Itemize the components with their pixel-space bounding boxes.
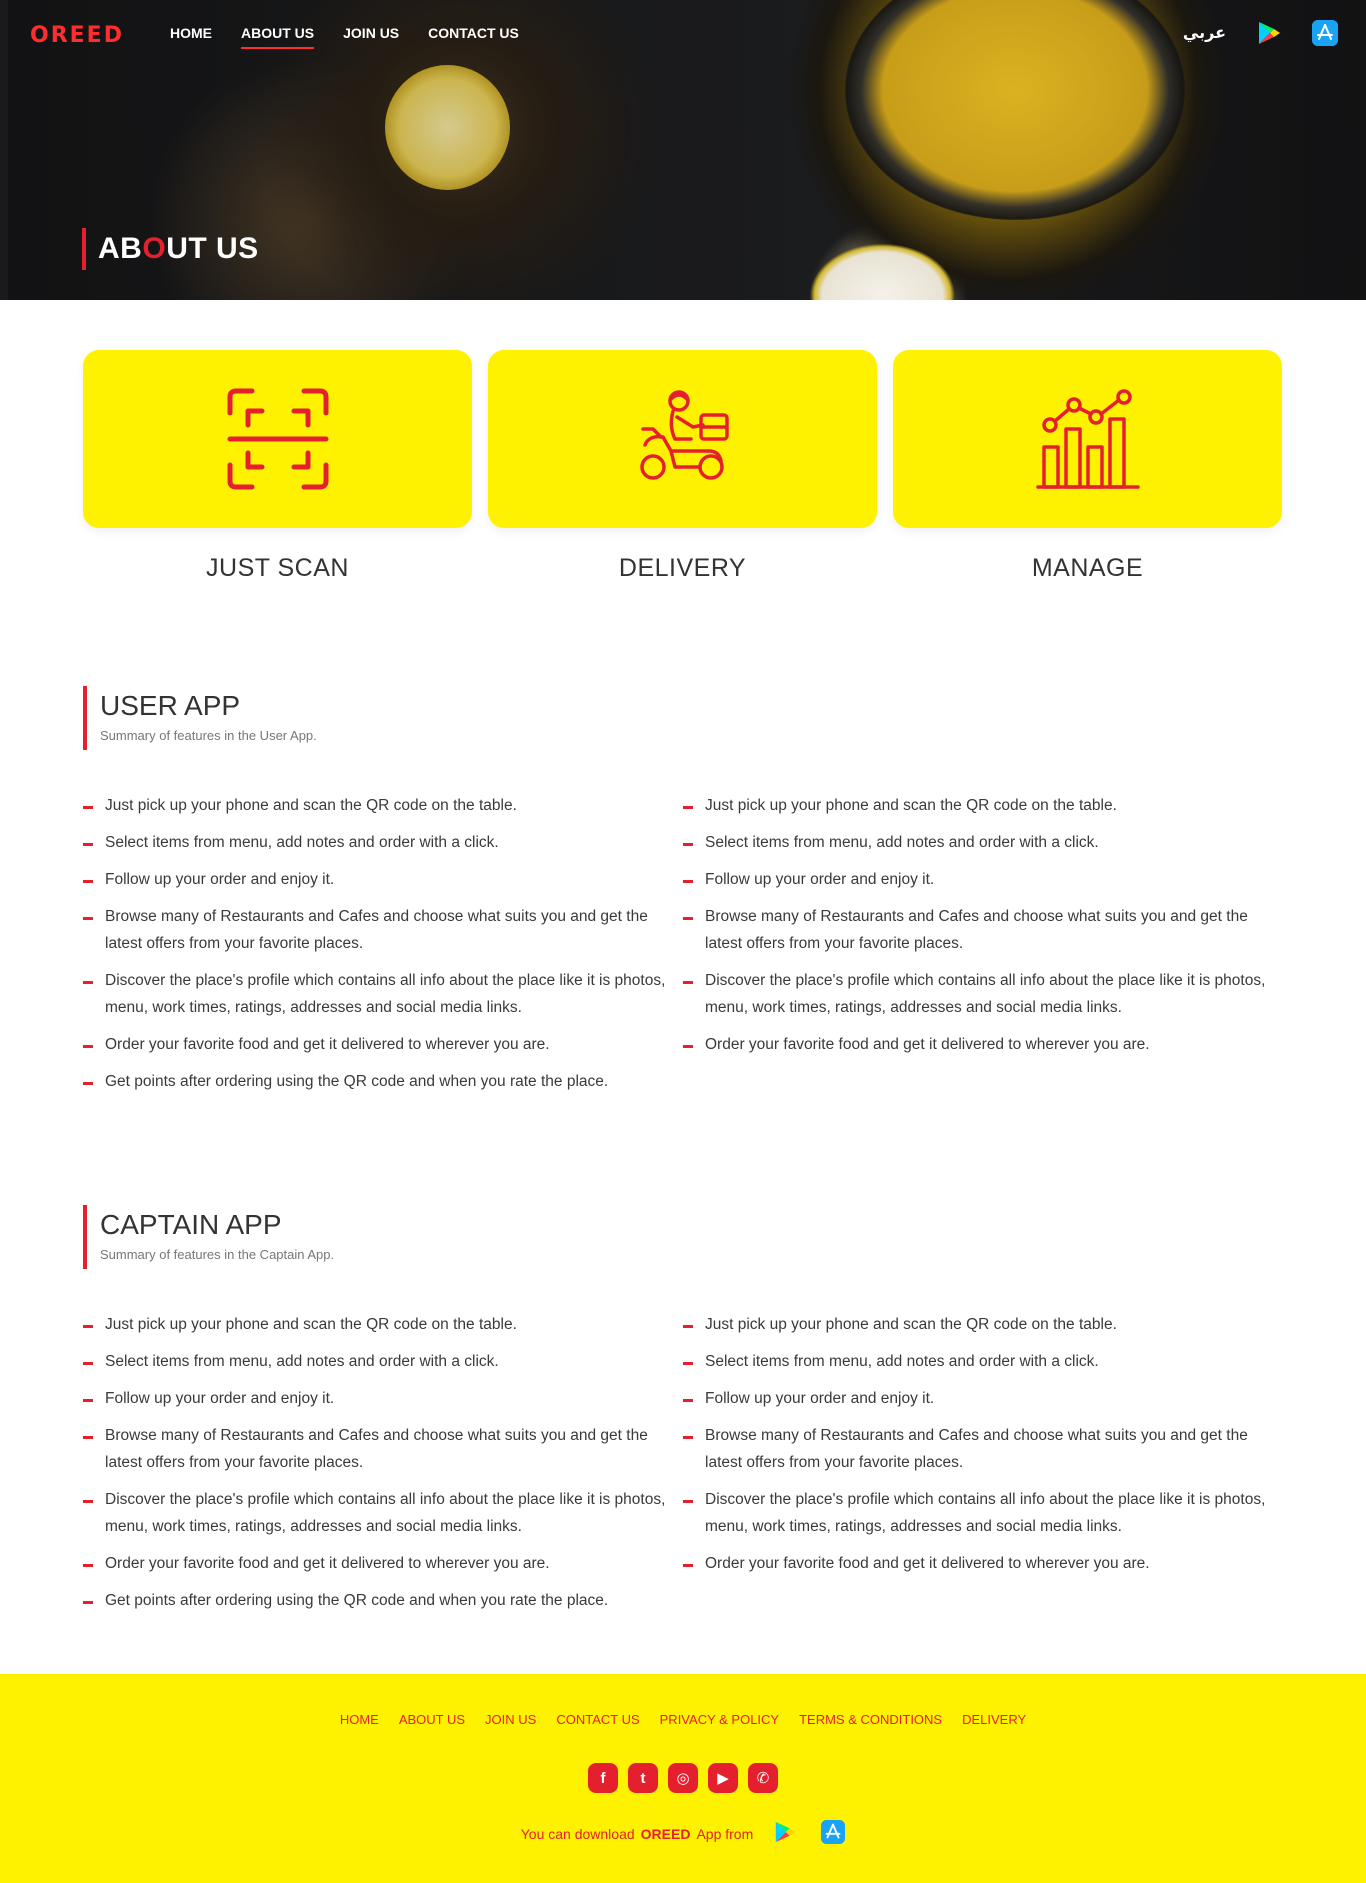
feature-list-item: Order your favorite food and get it deli…: [683, 1550, 1268, 1577]
whatsapp-icon[interactable]: ✆: [748, 1763, 778, 1793]
footer-link-terms-conditions[interactable]: TERMS & CONDITIONS: [799, 1712, 942, 1727]
feature-list-left: Just pick up your phone and scan the QR …: [83, 792, 683, 1105]
feature-cards: JUST SCAN DELIVERY MANAGE: [83, 350, 1283, 583]
hero-lemon: [385, 65, 510, 190]
page-title-part1: AB: [98, 232, 143, 265]
feature-list-item: Browse many of Restaurants and Cafes and…: [683, 903, 1268, 957]
feature-list-item: Just pick up your phone and scan the QR …: [683, 792, 1268, 819]
hero-banner: OREED HOME ABOUT US JOIN US CONTACT US عربي: [0, 0, 1366, 300]
download-store-icons: [773, 1820, 846, 1847]
feature-list-item: Just pick up your phone and scan the QR …: [683, 1311, 1268, 1338]
section-title: USER APP: [100, 690, 241, 721]
footer-link-join-us[interactable]: JOIN US: [485, 1712, 536, 1727]
nav-links: HOME ABOUT US JOIN US CONTACT US: [170, 25, 548, 49]
instagram-icon[interactable]: ◎: [668, 1763, 698, 1793]
user-app-section: USER APP Summary of features in the User…: [83, 686, 1283, 1105]
footer-link-privacy-policy[interactable]: PRIVACY & POLICY: [660, 1712, 779, 1727]
page-title-part2: UT US: [166, 232, 259, 265]
oreed-logo[interactable]: OREED: [30, 22, 124, 48]
social-links: f t ◎ ▶ ✆: [0, 1763, 1366, 1793]
download-brand: OREED: [640, 1825, 691, 1842]
app-store-icon[interactable]: [821, 1820, 846, 1847]
qr-scan-icon: [227, 388, 328, 490]
feature-card-box: [83, 350, 472, 528]
top-navigation: OREED HOME ABOUT US JOIN US CONTACT US عربي: [0, 0, 1366, 70]
twitter-icon[interactable]: t: [628, 1763, 658, 1793]
feature-list-item: Follow up your order and enjoy it.: [83, 1385, 668, 1412]
feature-card-box: [488, 350, 877, 528]
facebook-icon[interactable]: f: [588, 1763, 618, 1793]
feature-list-left: Just pick up your phone and scan the QR …: [83, 1311, 683, 1624]
google-play-icon[interactable]: [773, 1820, 797, 1847]
analytics-chart-icon: [1035, 389, 1140, 489]
page-title-accent: O: [142, 232, 167, 265]
captain-app-section: CAPTAIN APP Summary of features in the C…: [83, 1205, 1283, 1624]
feature-card-delivery: DELIVERY: [488, 350, 877, 583]
language-switch[interactable]: عربي: [1183, 23, 1226, 43]
nav-link-about-us[interactable]: ABOUT US: [241, 25, 315, 49]
feature-list-item: Follow up your order and enjoy it.: [683, 1385, 1268, 1412]
feature-columns: Just pick up your phone and scan the QR …: [83, 792, 1283, 1105]
download-prefix: You can download: [520, 1825, 635, 1842]
feature-list-item: Discover the place's profile which conta…: [83, 967, 668, 1021]
feature-list-item: Follow up your order and enjoy it.: [683, 866, 1268, 893]
footer-link-home[interactable]: HOME: [340, 1712, 379, 1727]
feature-list-item: Browse many of Restaurants and Cafes and…: [683, 1422, 1268, 1476]
nav-link-home[interactable]: HOME: [170, 25, 212, 49]
feature-list-item: Select items from menu, add notes and or…: [83, 829, 668, 856]
feature-list-item: Get points after ordering using the QR c…: [83, 1587, 668, 1614]
feature-title: JUST SCAN: [206, 554, 349, 582]
app-store-icon[interactable]: [1312, 20, 1338, 46]
feature-list-right: Just pick up your phone and scan the QR …: [683, 792, 1283, 1105]
feature-list-item: Browse many of Restaurants and Cafes and…: [83, 1422, 668, 1476]
feature-list-item: Discover the place's profile which conta…: [683, 967, 1268, 1021]
feature-list-item: Order your favorite food and get it deli…: [83, 1550, 668, 1577]
feature-card-box: [893, 350, 1282, 528]
feature-list-item: Order your favorite food and get it deli…: [83, 1031, 668, 1058]
footer-links: HOME ABOUT US JOIN US CONTACT US PRIVACY & P…: [0, 1712, 1366, 1727]
feature-card-manage: MANAGE: [893, 350, 1282, 583]
delivery-scooter-icon: [639, 390, 729, 480]
section-subtitle: Summary of features in the Captain App.: [100, 1247, 335, 1262]
section-subtitle: Summary of features in the User App.: [100, 728, 317, 743]
feature-list-item: Order your favorite food and get it deli…: [683, 1031, 1268, 1058]
feature-title: MANAGE: [1031, 554, 1144, 582]
feature-list-item: Select items from menu, add notes and or…: [683, 1348, 1268, 1375]
download-banner: You can download OREED App from: [0, 1820, 1366, 1847]
feature-list-item: Just pick up your phone and scan the QR …: [83, 792, 668, 819]
google-play-icon[interactable]: [1256, 20, 1282, 46]
feature-title: DELIVERY: [618, 554, 747, 582]
footer: HOME ABOUT US JOIN US CONTACT US PRIVACY & P…: [0, 1674, 1366, 1883]
feature-card-scan: JUST SCAN: [83, 350, 472, 583]
section-heading: USER APP Summary of features in the User…: [83, 686, 1283, 750]
feature-list-item: Browse many of Restaurants and Cafes and…: [83, 903, 668, 957]
feature-list-right: Just pick up your phone and scan the QR …: [683, 1311, 1283, 1624]
nav-link-contact-us[interactable]: CONTACT US: [428, 25, 519, 49]
nav-link-join-us[interactable]: JOIN US: [343, 25, 399, 49]
download-suffix: App from: [696, 1825, 754, 1842]
page-title: ABOUT US: [82, 228, 259, 270]
nav-right: عربي: [1183, 20, 1338, 46]
feature-list-item: Discover the place's profile which conta…: [83, 1486, 668, 1540]
feature-list-item: Follow up your order and enjoy it.: [83, 866, 668, 893]
feature-list-item: Select items from menu, add notes and or…: [83, 1348, 668, 1375]
footer-link-delivery[interactable]: DELIVERY: [962, 1712, 1026, 1727]
section-title: CAPTAIN APP: [100, 1209, 282, 1240]
youtube-icon[interactable]: ▶: [708, 1763, 738, 1793]
footer-link-about-us[interactable]: ABOUT US: [399, 1712, 465, 1727]
logo-text: OREED: [30, 22, 124, 48]
feature-list-item: Select items from menu, add notes and or…: [683, 829, 1268, 856]
footer-link-contact-us[interactable]: CONTACT US: [556, 1712, 639, 1727]
feature-columns: Just pick up your phone and scan the QR …: [83, 1311, 1283, 1624]
section-heading: CAPTAIN APP Summary of features in the C…: [83, 1205, 1283, 1269]
feature-list-item: Just pick up your phone and scan the QR …: [83, 1311, 668, 1338]
feature-list-item: Discover the place's profile which conta…: [683, 1486, 1268, 1540]
feature-list-item: Get points after ordering using the QR c…: [83, 1068, 668, 1095]
